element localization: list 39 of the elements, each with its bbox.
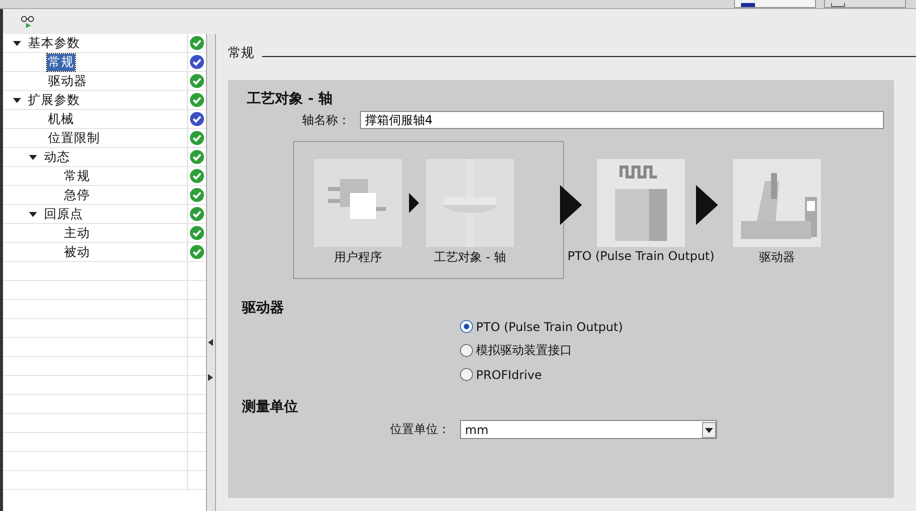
tree-item[interactable]: 驱动器 (47, 72, 88, 90)
radio-option[interactable]: PTO (Pulse Train Output) (460, 317, 880, 336)
group-title: 驱动器 (242, 299, 285, 317)
radio-option[interactable]: PROFIdrive (460, 365, 880, 384)
expand-arrow-icon[interactable] (208, 374, 213, 381)
step-label: 工艺对象 - 轴 (434, 249, 506, 266)
tree-item[interactable]: 回原点 (43, 206, 84, 222)
unit-dropdown[interactable]: mm (460, 420, 717, 439)
tree-item[interactable]: 常规 (63, 168, 91, 184)
field-label: 位置单位： (390, 421, 450, 438)
tree-item[interactable]: 主动 (63, 224, 91, 242)
panel-title: 工艺对象 - 轴 (247, 90, 334, 108)
step-label: 用户程序 (334, 249, 382, 266)
tree-item[interactable]: 基本参数 (27, 34, 81, 52)
view-tab[interactable] (824, 0, 906, 8)
tree-item[interactable]: 急停 (63, 186, 91, 204)
axis-name-field[interactable]: 撑箱伺服轴4 (360, 111, 884, 129)
radio-option[interactable]: 模拟驱动装置接口 (460, 341, 880, 360)
arrow-icon (696, 185, 718, 225)
caret-icon[interactable] (13, 39, 21, 47)
tree-item[interactable]: 机械 (47, 110, 75, 128)
view-tab[interactable] (734, 0, 816, 8)
group-title: 测量单位 (242, 398, 299, 416)
collapse-arrow-icon[interactable] (208, 339, 213, 346)
tree-item[interactable]: 位置限制 (47, 130, 101, 146)
caret-icon[interactable] (29, 210, 37, 218)
arrow-icon (409, 193, 419, 213)
tree-item[interactable]: 动态 (43, 148, 71, 166)
field-label: 轴名称： (302, 112, 350, 128)
arrow-icon (560, 185, 582, 225)
tree-item[interactable]: 被动 (63, 244, 91, 260)
caret-icon[interactable] (29, 153, 37, 161)
section-title: 常规 (228, 45, 254, 62)
toolbar-icon[interactable] (20, 14, 36, 28)
step-label: PTO (Pulse Train Output) (568, 249, 714, 263)
caret-icon[interactable] (13, 96, 21, 104)
tree-item[interactable]: 扩展参数 (27, 92, 81, 108)
tree-item[interactable]: 常规 (47, 54, 75, 70)
step-label: 驱动器 (759, 249, 795, 266)
